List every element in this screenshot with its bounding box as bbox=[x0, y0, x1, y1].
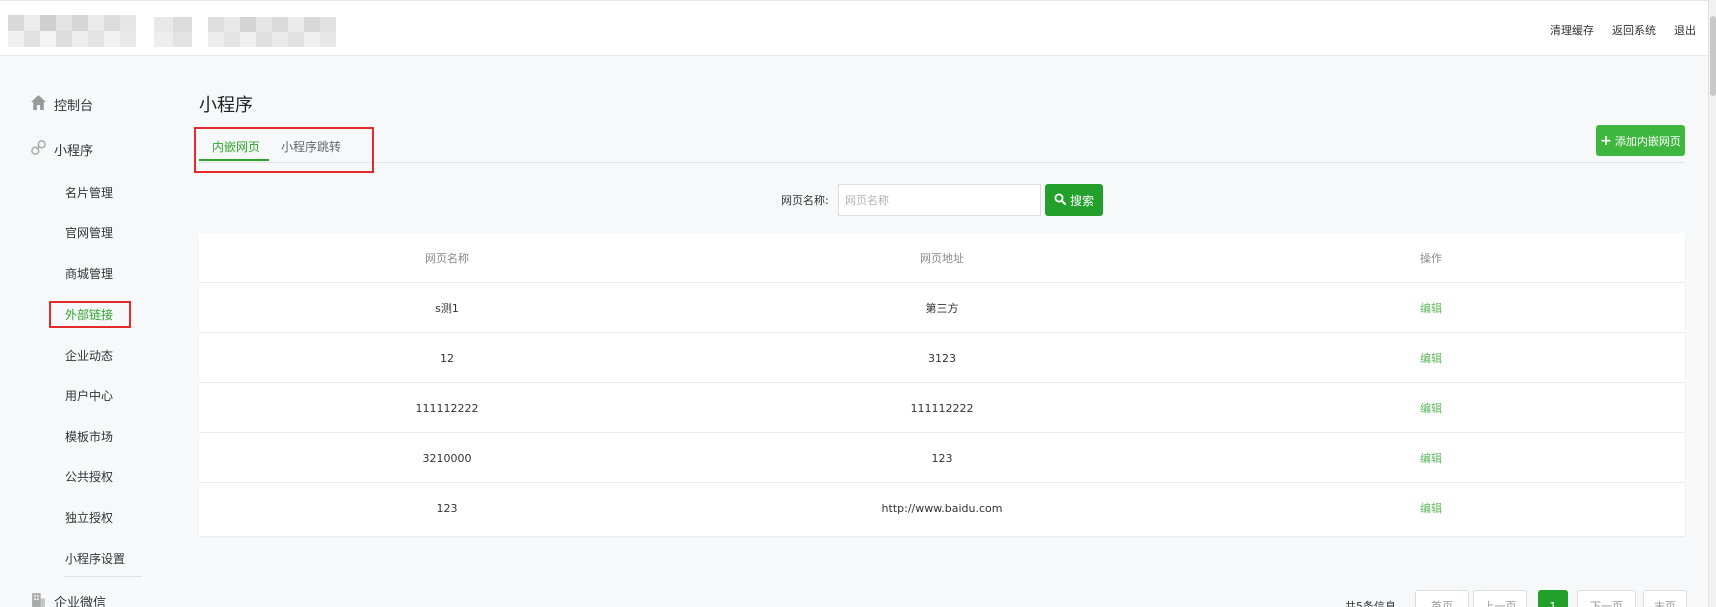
add-button-label: 添加内嵌网页 bbox=[1614, 134, 1681, 148]
sidebar-divider bbox=[64, 576, 142, 577]
cell-name: 123 bbox=[436, 501, 458, 515]
clear-cache-link[interactable]: 清理缓存 bbox=[1550, 22, 1594, 38]
cell-url: 第三方 bbox=[925, 302, 959, 315]
cell-name: 111112222 bbox=[415, 401, 479, 415]
pagination-first[interactable]: 首页 bbox=[1415, 590, 1469, 607]
sidebar-item-label: 控制台 bbox=[54, 99, 94, 114]
sidebar-item-public-auth[interactable]: 公共授权 bbox=[65, 468, 113, 485]
sidebar-item-independent-auth[interactable]: 独立授权 bbox=[65, 509, 113, 526]
cell-url: 3123 bbox=[928, 351, 956, 365]
sidebar-item-business-card[interactable]: 名片管理 bbox=[65, 184, 113, 201]
home-icon bbox=[30, 94, 47, 115]
logout-link[interactable]: 退出 bbox=[1674, 22, 1696, 38]
cell-name: s测1 bbox=[435, 302, 459, 315]
highlight-box bbox=[194, 127, 374, 173]
sidebar-item-label: 小程序 bbox=[54, 144, 94, 159]
blurred-logo-mark bbox=[154, 17, 192, 47]
table-row: 12 3123 编辑 bbox=[199, 333, 1685, 383]
blurred-logo bbox=[8, 15, 136, 47]
scrollbar-thumb[interactable] bbox=[1710, 16, 1716, 96]
sidebar-item-wechat-work[interactable]: 企业微信 bbox=[30, 591, 106, 607]
table-row: 111112222 111112222 编辑 bbox=[199, 383, 1685, 433]
highlight-box bbox=[49, 301, 131, 328]
cell-name: 3210000 bbox=[422, 451, 472, 465]
pagination-prev[interactable]: 上一页 bbox=[1473, 590, 1527, 607]
sidebar-item-template-market[interactable]: 模板市场 bbox=[65, 428, 113, 445]
column-header-url: 网页地址 bbox=[920, 252, 964, 265]
sidebar-item-company-news[interactable]: 企业动态 bbox=[65, 347, 113, 364]
header-links: 清理缓存 返回系统 退出 bbox=[1550, 22, 1696, 38]
pagination-total: 共5条信息 bbox=[1345, 600, 1396, 607]
sidebar-item-label: 企业微信 bbox=[54, 596, 107, 607]
page-title: 小程序 bbox=[199, 95, 253, 116]
link-icon bbox=[30, 139, 47, 160]
cell-url: http://www.baidu.com bbox=[881, 501, 1003, 515]
return-system-link[interactable]: 返回系统 bbox=[1612, 22, 1656, 38]
sidebar-item-miniprogram[interactable]: 小程序 bbox=[30, 139, 93, 160]
tabs-divider bbox=[199, 162, 1685, 163]
table-row: 123 http://www.baidu.com 编辑 bbox=[199, 483, 1685, 533]
cell-name: 12 bbox=[440, 351, 454, 365]
pagination-current-page[interactable]: 1 bbox=[1538, 590, 1568, 607]
add-embedded-webpage-button[interactable]: + 添加内嵌网页 bbox=[1596, 125, 1685, 156]
sidebar-item-dashboard[interactable]: 控制台 bbox=[30, 94, 93, 115]
edit-link[interactable]: 编辑 bbox=[1420, 400, 1442, 416]
search-button[interactable]: 搜索 bbox=[1045, 184, 1103, 216]
column-header-name: 网页名称 bbox=[425, 252, 469, 265]
blurred-site-name bbox=[208, 17, 336, 47]
table-header: 网页名称 网页地址 操作 bbox=[199, 233, 1685, 283]
search-label: 网页名称: bbox=[781, 194, 829, 207]
edit-link[interactable]: 编辑 bbox=[1420, 300, 1442, 316]
sidebar-item-user-center[interactable]: 用户中心 bbox=[65, 387, 113, 404]
column-header-action: 操作 bbox=[1420, 252, 1442, 265]
plus-icon: + bbox=[1600, 132, 1612, 149]
vertical-scrollbar[interactable] bbox=[1708, 0, 1716, 607]
pagination-last[interactable]: 末页 bbox=[1643, 590, 1687, 607]
top-header: 清理缓存 返回系统 退出 bbox=[0, 0, 1716, 56]
search-icon bbox=[1054, 193, 1066, 208]
edit-link[interactable]: 编辑 bbox=[1420, 500, 1442, 516]
table-row: s测1 第三方 编辑 bbox=[199, 283, 1685, 333]
edit-link[interactable]: 编辑 bbox=[1420, 450, 1442, 466]
pagination-next[interactable]: 下一页 bbox=[1577, 590, 1636, 607]
building-icon bbox=[30, 591, 47, 607]
search-input[interactable] bbox=[838, 184, 1041, 216]
sidebar-item-website[interactable]: 官网管理 bbox=[65, 224, 113, 241]
cell-url: 111112222 bbox=[910, 401, 974, 415]
sidebar-item-miniprogram-settings[interactable]: 小程序设置 bbox=[65, 550, 125, 567]
sidebar: 控制台 小程序 名片管理 官网管理 商城管理 外部链接 企业动态 用户中心 模板… bbox=[0, 57, 160, 607]
search-button-label: 搜索 bbox=[1069, 193, 1094, 208]
table-row: 3210000 123 编辑 bbox=[199, 433, 1685, 483]
edit-link[interactable]: 编辑 bbox=[1420, 350, 1442, 366]
cell-url: 123 bbox=[931, 451, 953, 465]
sidebar-item-shop[interactable]: 商城管理 bbox=[65, 265, 113, 282]
webpage-table: 网页名称 网页地址 操作 s测1 第三方 编辑 12 3123 编辑 11111… bbox=[199, 233, 1685, 536]
